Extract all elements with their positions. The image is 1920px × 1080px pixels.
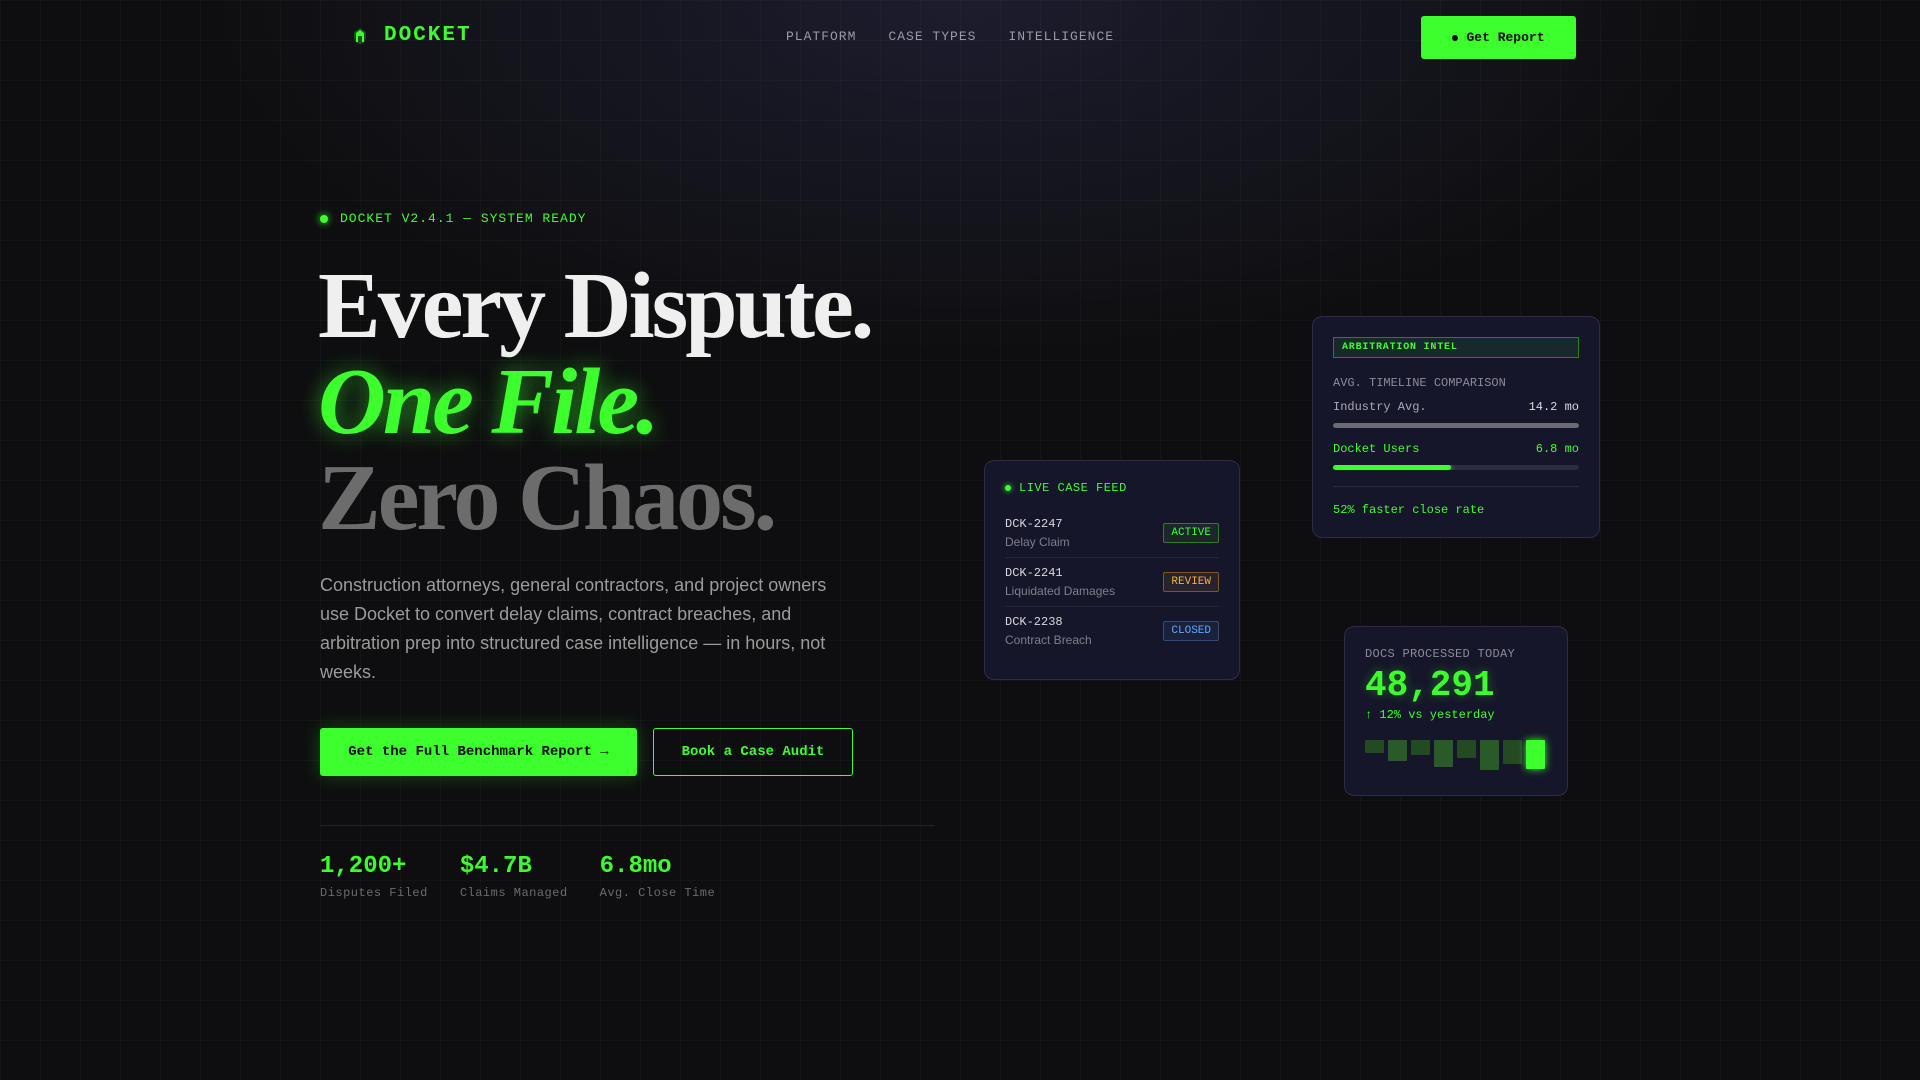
intel-footer: 52% faster close rate xyxy=(1333,503,1485,517)
hero-description: Construction attorneys, general contract… xyxy=(320,575,827,682)
docs-processed-card: DOCS PROCESSED TODAY 48,291 ↑ 12% vs yes… xyxy=(1344,626,1568,796)
live-dot-icon xyxy=(1005,485,1011,491)
headline-line-2: One File. xyxy=(318,350,660,454)
industry-row: Industry Avg. 14.2 mo xyxy=(1333,400,1579,414)
case-type: Liquidated Damages xyxy=(1005,584,1116,598)
stats-divider xyxy=(320,825,935,826)
background-glow xyxy=(0,0,1920,600)
status-badge: ACTIVE xyxy=(1163,523,1219,543)
status-text: DOCKET V2.4.1 — SYSTEM READY xyxy=(340,211,587,226)
arbitration-intel-card: ARBITRATION INTEL AVG. TIMELINE COMPARIS… xyxy=(1312,316,1600,538)
case-type: Contract Breach xyxy=(1005,633,1092,647)
sparkline-bar xyxy=(1480,740,1499,770)
intel-subtitle: AVG. TIMELINE COMPARISON xyxy=(1333,376,1506,390)
nav-link-platform[interactable]: PLATFORM xyxy=(786,29,856,44)
case-info: DCK-2238 Contract Breach xyxy=(1005,615,1092,647)
industry-bar-track xyxy=(1333,423,1579,428)
sparkline-bar xyxy=(1457,740,1476,758)
industry-bar-fill xyxy=(1333,423,1579,428)
status-badge: REVIEW xyxy=(1163,572,1219,592)
get-report-label: Get Report xyxy=(1466,30,1545,45)
stat-value: 6.8mo xyxy=(599,853,672,880)
docket-bar-fill xyxy=(1333,465,1452,470)
case-id: DCK-2247 xyxy=(1005,517,1063,531)
case-info: DCK-2241 Liquidated Damages xyxy=(1005,566,1115,598)
intel-divider xyxy=(1333,486,1579,487)
dot-icon xyxy=(1452,34,1459,41)
docs-value: 48,291 xyxy=(1365,665,1495,706)
background-grid xyxy=(0,0,1920,1080)
stat-disputes: 1,200+ Disputes Filed xyxy=(320,853,428,900)
nav-links: PLATFORM CASE TYPES INTELLIGENCE xyxy=(786,29,1114,44)
shield-icon xyxy=(354,27,366,44)
docket-label: Docket Users xyxy=(1333,442,1420,456)
intel-tag: ARBITRATION INTEL xyxy=(1333,337,1579,358)
stat-label: Disputes Filed xyxy=(320,886,428,900)
top-nav: DOCKET PLATFORM CASE TYPES INTELLIGENCE … xyxy=(0,0,1920,74)
stat-value: $4.7B xyxy=(459,853,532,880)
status-dot-icon xyxy=(320,214,328,223)
sparkline-bar xyxy=(1503,740,1522,764)
sparkline-bar xyxy=(1388,740,1407,761)
sparkline-bar xyxy=(1365,740,1384,753)
book-audit-button[interactable]: Book a Case Audit xyxy=(653,728,853,776)
nav-link-intelligence[interactable]: INTELLIGENCE xyxy=(1008,29,1114,44)
case-list: DCK-2247 Delay Claim ACTIVE DCK-2241 Liq… xyxy=(1005,509,1219,655)
feed-title: LIVE CASE FEED xyxy=(1019,481,1127,495)
headline-line-3: Zero Chaos. xyxy=(318,446,777,550)
benchmark-report-button[interactable]: Get the Full Benchmark Report → xyxy=(320,728,637,776)
logo[interactable]: DOCKET xyxy=(350,24,472,47)
feed-header: LIVE CASE FEED xyxy=(1005,481,1219,495)
sparkline-bar xyxy=(1526,740,1545,769)
case-row[interactable]: DCK-2247 Delay Claim ACTIVE xyxy=(1005,509,1219,558)
stat-close-time: 6.8mo Avg. Close Time xyxy=(600,853,716,900)
hero-headline: Every Dispute. One File. Zero Chaos. xyxy=(318,254,874,550)
sparkline-bar xyxy=(1411,740,1430,755)
industry-value: 14.2 mo xyxy=(1528,400,1579,414)
system-status: DOCKET V2.4.1 — SYSTEM READY xyxy=(320,211,586,226)
case-row[interactable]: DCK-2238 Contract Breach CLOSED xyxy=(1005,607,1219,655)
docs-sparkline xyxy=(1365,740,1549,782)
case-type: Delay Claim xyxy=(1005,535,1070,549)
stat-value: 1,200+ xyxy=(320,853,407,880)
docket-value: 6.8 mo xyxy=(1535,442,1579,456)
case-info: DCK-2247 Delay Claim xyxy=(1005,517,1070,549)
hero-stats: 1,200+ Disputes Filed $4.7B Claims Manag… xyxy=(320,853,715,900)
industry-label: Industry Avg. xyxy=(1333,400,1427,414)
status-badge: CLOSED xyxy=(1163,621,1219,641)
stat-label: Avg. Close Time xyxy=(599,886,716,900)
case-id: DCK-2238 xyxy=(1005,615,1063,629)
nav-link-case-types[interactable]: CASE TYPES xyxy=(888,29,976,44)
live-case-feed-card: LIVE CASE FEED DCK-2247 Delay Claim ACTI… xyxy=(984,460,1240,680)
docket-bar-track xyxy=(1333,465,1579,470)
sparkline-bar xyxy=(1434,740,1453,767)
case-row[interactable]: DCK-2241 Liquidated Damages REVIEW xyxy=(1005,558,1219,607)
logo-text: DOCKET xyxy=(384,24,472,47)
docs-delta: ↑ 12% vs yesterday xyxy=(1365,708,1495,722)
get-report-button[interactable]: Get Report xyxy=(1421,16,1576,59)
stat-claims: $4.7B Claims Managed xyxy=(460,853,568,900)
stat-label: Claims Managed xyxy=(459,886,568,900)
case-id: DCK-2241 xyxy=(1005,566,1063,580)
docket-row: Docket Users 6.8 mo xyxy=(1333,442,1579,456)
docs-label: DOCS PROCESSED TODAY xyxy=(1365,647,1516,661)
headline-line-1: Every Dispute. xyxy=(318,254,874,358)
